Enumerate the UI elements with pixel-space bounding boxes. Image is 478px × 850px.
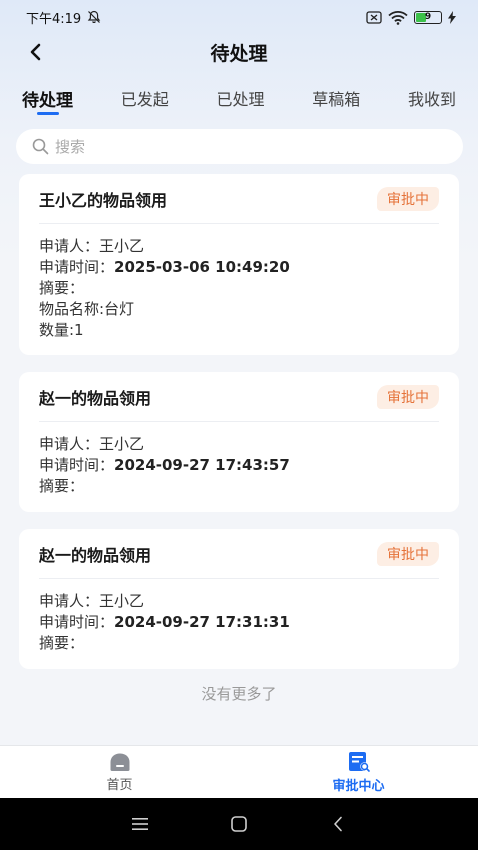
approval-card[interactable]: 王小乙的物品领用 审批中 申请人：王小乙 申请时间：2025-03-06 10:… <box>19 174 459 355</box>
bottom-tab-home[interactable]: 首页 <box>0 746 239 798</box>
applicant-label: 申请人： <box>39 592 100 610</box>
active-tab-indicator <box>36 112 59 115</box>
back-triangle-icon <box>334 816 343 832</box>
search-bar[interactable] <box>16 129 463 164</box>
wifi-icon <box>388 10 408 25</box>
apply-time-label: 申请时间： <box>39 456 115 474</box>
tab-processed[interactable]: 已处理 <box>216 80 264 110</box>
system-navigation-bar <box>0 798 478 850</box>
status-bar: 下午4:19 9 <box>0 0 478 34</box>
square-home-icon <box>231 816 247 832</box>
tab-pending[interactable]: 待处理 <box>22 80 73 115</box>
search-icon <box>32 138 49 155</box>
apply-time-label: 申请时间： <box>39 258 115 276</box>
applicant-row: 申请人：王小乙 <box>39 236 439 257</box>
summary-item-name: 物品名称:台灯 <box>39 300 135 318</box>
apply-time-value: 2024-09-27 17:31:31 <box>114 613 290 631</box>
apply-time-value: 2025-03-06 10:49:20 <box>114 258 290 276</box>
tab-label: 我收到 <box>407 90 456 109</box>
card-header: 王小乙的物品领用 审批中 <box>39 174 439 224</box>
applicant-value: 王小乙 <box>99 435 145 453</box>
approval-card[interactable]: 赵一的物品领用 审批中 申请人：王小乙 申请时间：2024-09-27 17:4… <box>19 372 459 512</box>
page-title: 待处理 <box>210 42 268 65</box>
bottom-nav: 首页 审批中心 <box>0 745 478 798</box>
apply-time-row: 申请时间：2025-03-06 10:49:20 <box>39 257 439 278</box>
bottom-tab-label: 审批中心 <box>332 778 385 794</box>
status-time: 下午4:19 <box>26 11 82 27</box>
approval-center-icon <box>348 751 370 772</box>
chevron-left-icon <box>30 43 41 61</box>
tab-label: 待处理 <box>22 91 73 111</box>
applicant-row: 申请人：王小乙 <box>39 434 439 455</box>
summary-label: 摘要： <box>39 477 85 495</box>
tab-initiated[interactable]: 已发起 <box>121 80 169 110</box>
battery-level: 9 <box>424 12 432 22</box>
status-badge: 审批中 <box>377 186 439 211</box>
status-badge: 审批中 <box>377 384 439 409</box>
system-home-button[interactable] <box>224 809 254 839</box>
status-right: 9 <box>366 10 456 25</box>
tab-label: 已处理 <box>216 90 265 109</box>
bottom-tab-label: 首页 <box>106 777 133 793</box>
tab-drafts[interactable]: 草稿箱 <box>312 80 360 110</box>
apply-time-row: 申请时间：2024-09-27 17:43:57 <box>39 455 439 476</box>
summary-label: 摘要： <box>39 634 85 652</box>
system-menu-button[interactable] <box>125 809 155 839</box>
tab-label: 草稿箱 <box>312 90 361 109</box>
battery-icon: 9 <box>414 10 442 24</box>
notifications-muted-icon <box>87 10 101 24</box>
apply-time-row: 申请时间：2024-09-27 17:31:31 <box>39 612 439 633</box>
tab-label: 已发起 <box>120 90 169 109</box>
card-title: 赵一的物品领用 <box>39 388 152 408</box>
card-header: 赵一的物品领用 审批中 <box>39 372 439 422</box>
charging-icon <box>448 10 456 24</box>
status-left: 下午4:19 <box>26 8 101 27</box>
applicant-value: 王小乙 <box>99 237 145 255</box>
card-body: 申请人：王小乙 申请时间：2024-09-27 17:31:31 摘要： <box>39 579 439 654</box>
applicant-label: 申请人： <box>39 435 100 453</box>
card-body: 申请人：王小乙 申请时间：2024-09-27 17:43:57 摘要： <box>39 422 439 497</box>
card-body: 申请人：王小乙 申请时间：2025-03-06 10:49:20 摘要： 物品名… <box>39 224 439 341</box>
menu-icon <box>131 818 148 830</box>
bottom-tab-approval-center[interactable]: 审批中心 <box>239 746 478 798</box>
card-title: 赵一的物品领用 <box>39 545 152 565</box>
applicant-row: 申请人：王小乙 <box>39 591 439 612</box>
sim-card-icon <box>366 10 382 24</box>
search-input[interactable] <box>55 137 435 156</box>
system-back-button[interactable] <box>323 809 353 839</box>
home-icon <box>110 753 129 771</box>
apply-time-value: 2024-09-27 17:43:57 <box>114 456 290 474</box>
approval-card[interactable]: 赵一的物品领用 审批中 申请人：王小乙 申请时间：2024-09-27 17:3… <box>19 529 459 669</box>
apply-time-label: 申请时间： <box>39 613 115 631</box>
applicant-label: 申请人： <box>39 237 100 255</box>
summary-item-quantity: 数量:1 <box>39 321 84 339</box>
applicant-value: 王小乙 <box>99 592 145 610</box>
card-header: 赵一的物品领用 审批中 <box>39 529 439 579</box>
nav-bar: 待处理 <box>0 34 478 70</box>
card-title: 王小乙的物品领用 <box>39 190 168 210</box>
tab-bar: 待处理 已发起 已处理 草稿箱 我收到 <box>0 80 478 120</box>
back-button[interactable] <box>22 38 50 66</box>
status-badge: 审批中 <box>377 541 439 566</box>
summary-label: 摘要： <box>39 279 85 297</box>
no-more-text: 没有更多了 <box>201 685 277 703</box>
tab-received[interactable]: 我收到 <box>408 80 456 110</box>
